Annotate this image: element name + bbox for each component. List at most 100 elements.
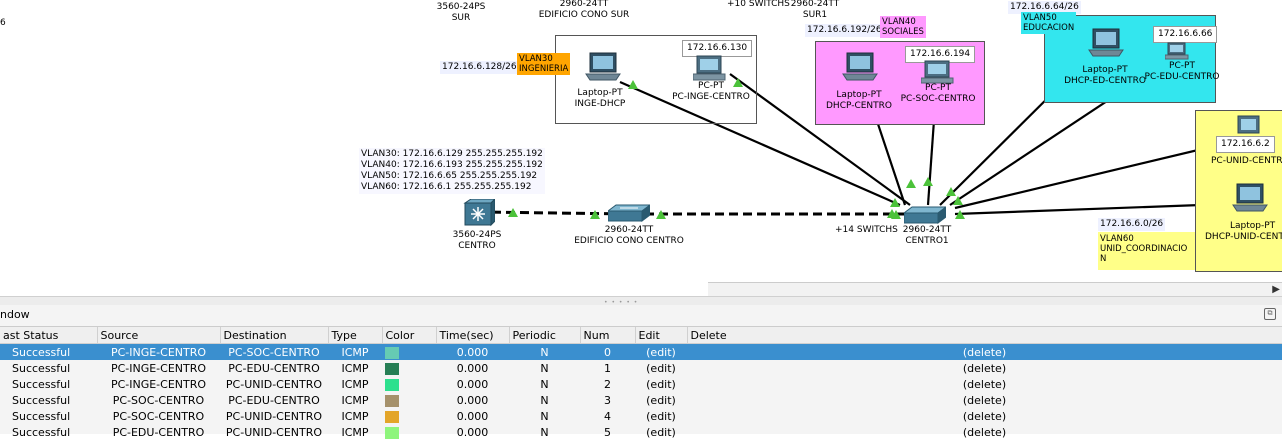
status-cell: Successful bbox=[12, 393, 71, 407]
table-row[interactable]: Successful PC-INGE-CENTRO PC-UNID-CENTRO IC… bbox=[0, 376, 1282, 392]
pdu-table: ast Status Source Destination Type Color… bbox=[0, 327, 1282, 440]
vlan30-label: VLAN30 INGENIERIA bbox=[517, 53, 571, 75]
col-color[interactable]: Color bbox=[382, 327, 437, 344]
destination-cell: PC-UNID-CENTRO bbox=[225, 377, 323, 391]
edit-link[interactable]: (edit) bbox=[635, 408, 687, 424]
table-row[interactable]: Successful PC-SOC-CENTRO PC-EDU-CENTRO ICMP… bbox=[0, 392, 1282, 408]
edu-pc-ip: 172.16.6.66 bbox=[1153, 26, 1218, 43]
time-cell: 0.000 bbox=[436, 343, 509, 360]
edit-link[interactable]: (edit) bbox=[635, 424, 687, 440]
status-cell: Successful bbox=[0, 343, 97, 360]
periodic-cell: N bbox=[540, 377, 549, 391]
edit-link[interactable]: (edit) bbox=[635, 343, 687, 360]
source-cell: PC-INGE-CENTRO bbox=[97, 343, 220, 360]
delete-link[interactable]: (delete) bbox=[687, 376, 1282, 392]
type-cell: ICMP bbox=[341, 393, 369, 407]
sur1-switch-count: +10 SWITCHS bbox=[727, 0, 790, 9]
source-cell: PC-INGE-CENTRO bbox=[110, 377, 207, 391]
col-time[interactable]: Time(sec) bbox=[436, 327, 510, 344]
switch-icon[interactable] bbox=[904, 205, 946, 225]
vlan50-label: VLAN50 EDUCACION bbox=[1021, 12, 1077, 34]
col-last-status[interactable]: ast Status bbox=[0, 327, 98, 344]
edit-link[interactable]: (edit) bbox=[635, 392, 687, 408]
laptop-icon[interactable] bbox=[1232, 183, 1270, 215]
time-cell: 0.000 bbox=[456, 425, 489, 439]
col-delete[interactable]: Delete bbox=[687, 327, 1282, 344]
vlan60-label: VLAN60 UNID_COORDINACIO N bbox=[1098, 233, 1189, 265]
col-source[interactable]: Source bbox=[97, 327, 221, 344]
multilayer-switch-icon[interactable] bbox=[463, 199, 495, 227]
col-destination[interactable]: Destination bbox=[220, 327, 329, 344]
soc-pc-model: PC-PT bbox=[925, 83, 951, 93]
centro1-switch-count: +14 SWITCHS bbox=[835, 225, 898, 235]
delete-link[interactable]: (delete) bbox=[687, 408, 1282, 424]
num-cell: 0 bbox=[580, 343, 635, 360]
pc-icon[interactable] bbox=[1165, 42, 1189, 60]
edit-link[interactable]: (edit) bbox=[635, 376, 687, 392]
link-unid-laptop bbox=[954, 202, 1229, 216]
scroll-right-icon[interactable]: ▶ bbox=[1272, 284, 1280, 295]
core-switch-model: 3560-24PS bbox=[452, 230, 502, 240]
color-cell bbox=[382, 424, 436, 440]
status-cell: Successful bbox=[12, 409, 71, 423]
cono-centro-model: 2960-24TT bbox=[604, 225, 654, 235]
vlan40-label: VLAN40 SOCIALES bbox=[880, 16, 926, 38]
laptop-icon[interactable] bbox=[842, 52, 880, 84]
col-type[interactable]: Type bbox=[328, 327, 383, 344]
time-cell: 0.000 bbox=[456, 377, 489, 391]
edge-label: 6 bbox=[0, 18, 6, 28]
unid-laptop-name: DHCP-UNID-CENT bbox=[1205, 232, 1282, 242]
col-periodic[interactable]: Periodic bbox=[509, 327, 581, 344]
pdu-window-title: ndow bbox=[0, 308, 30, 321]
pc-icon[interactable] bbox=[1236, 115, 1262, 137]
color-swatch bbox=[385, 378, 399, 391]
laptop-icon[interactable] bbox=[585, 52, 623, 84]
status-cell: Successful bbox=[12, 377, 71, 391]
pdu-window-titlebar: ndow ⧉ bbox=[0, 305, 1282, 327]
time-cell: 0.000 bbox=[456, 393, 489, 407]
cono-sur-name: EDIFICIO CONO SUR bbox=[538, 10, 630, 20]
svi-interfaces-note: VLAN30: 172.16.6.129 255.255.255.192 VLA… bbox=[359, 148, 545, 194]
edu-laptop-model: Laptop-PT bbox=[1082, 65, 1128, 75]
color-cell bbox=[382, 343, 436, 360]
switch-icon[interactable] bbox=[608, 203, 650, 223]
table-row[interactable]: Successful PC-INGE-CENTRO PC-EDU-CENTRO ICM… bbox=[0, 360, 1282, 376]
type-cell: ICMP bbox=[341, 409, 369, 423]
destination-cell: PC-EDU-CENTRO bbox=[228, 393, 320, 407]
sw3560-sur-model: 3560-24PS bbox=[436, 2, 486, 12]
delete-link[interactable]: (delete) bbox=[687, 392, 1282, 408]
color-cell bbox=[382, 408, 436, 424]
topology-canvas[interactable]: 6 3560-24PS SUR 2960-24TT EDIFICIO CONO … bbox=[0, 0, 1282, 296]
delete-link[interactable]: (delete) bbox=[687, 424, 1282, 440]
soc-pc-name: PC-SOC-CENTRO bbox=[900, 94, 976, 104]
color-swatch bbox=[385, 346, 399, 359]
pc-icon[interactable] bbox=[921, 60, 955, 84]
num-cell: 3 bbox=[604, 393, 611, 407]
edu-pc-name: PC-EDU-CENTRO bbox=[1144, 72, 1220, 82]
status-cell: Successful bbox=[12, 425, 71, 439]
laptop-icon[interactable] bbox=[1088, 28, 1126, 60]
color-swatch bbox=[385, 426, 399, 439]
periodic-cell: N bbox=[509, 343, 580, 360]
edit-link[interactable]: (edit) bbox=[635, 360, 687, 376]
table-row[interactable]: Successful PC-EDU-CENTRO PC-UNID-CENTRO ICM… bbox=[0, 424, 1282, 440]
source-cell: PC-SOC-CENTRO bbox=[112, 409, 205, 423]
vlan40-id: VLAN40 bbox=[882, 17, 916, 27]
pc-icon[interactable] bbox=[693, 55, 727, 81]
restore-icon[interactable]: ⧉ bbox=[1264, 308, 1276, 320]
col-edit[interactable]: Edit bbox=[635, 327, 688, 344]
color-cell bbox=[382, 376, 436, 392]
vlan40-name: SOCIALES bbox=[882, 27, 924, 37]
table-row[interactable]: Successful PC-INGE-CENTRO PC-SOC-CENTRO ICM… bbox=[0, 343, 1282, 360]
svi-vlan40: VLAN40: 172.16.6.193 255.255.255.192 bbox=[361, 160, 543, 170]
color-cell bbox=[382, 360, 436, 376]
num-cell: 5 bbox=[604, 425, 611, 439]
horizontal-scrollbar[interactable]: ▶ bbox=[708, 282, 1282, 296]
delete-link[interactable]: (delete) bbox=[687, 343, 1282, 360]
delete-link[interactable]: (delete) bbox=[687, 360, 1282, 376]
col-num[interactable]: Num bbox=[580, 327, 636, 344]
unid-pc-ip: 172.16.6.2 bbox=[1216, 136, 1275, 153]
sur1-name: SUR1 bbox=[802, 10, 828, 20]
table-row[interactable]: Successful PC-SOC-CENTRO PC-UNID-CENTRO ICM… bbox=[0, 408, 1282, 424]
vlan40-subnet: 172.16.6.192/26 bbox=[805, 24, 884, 37]
